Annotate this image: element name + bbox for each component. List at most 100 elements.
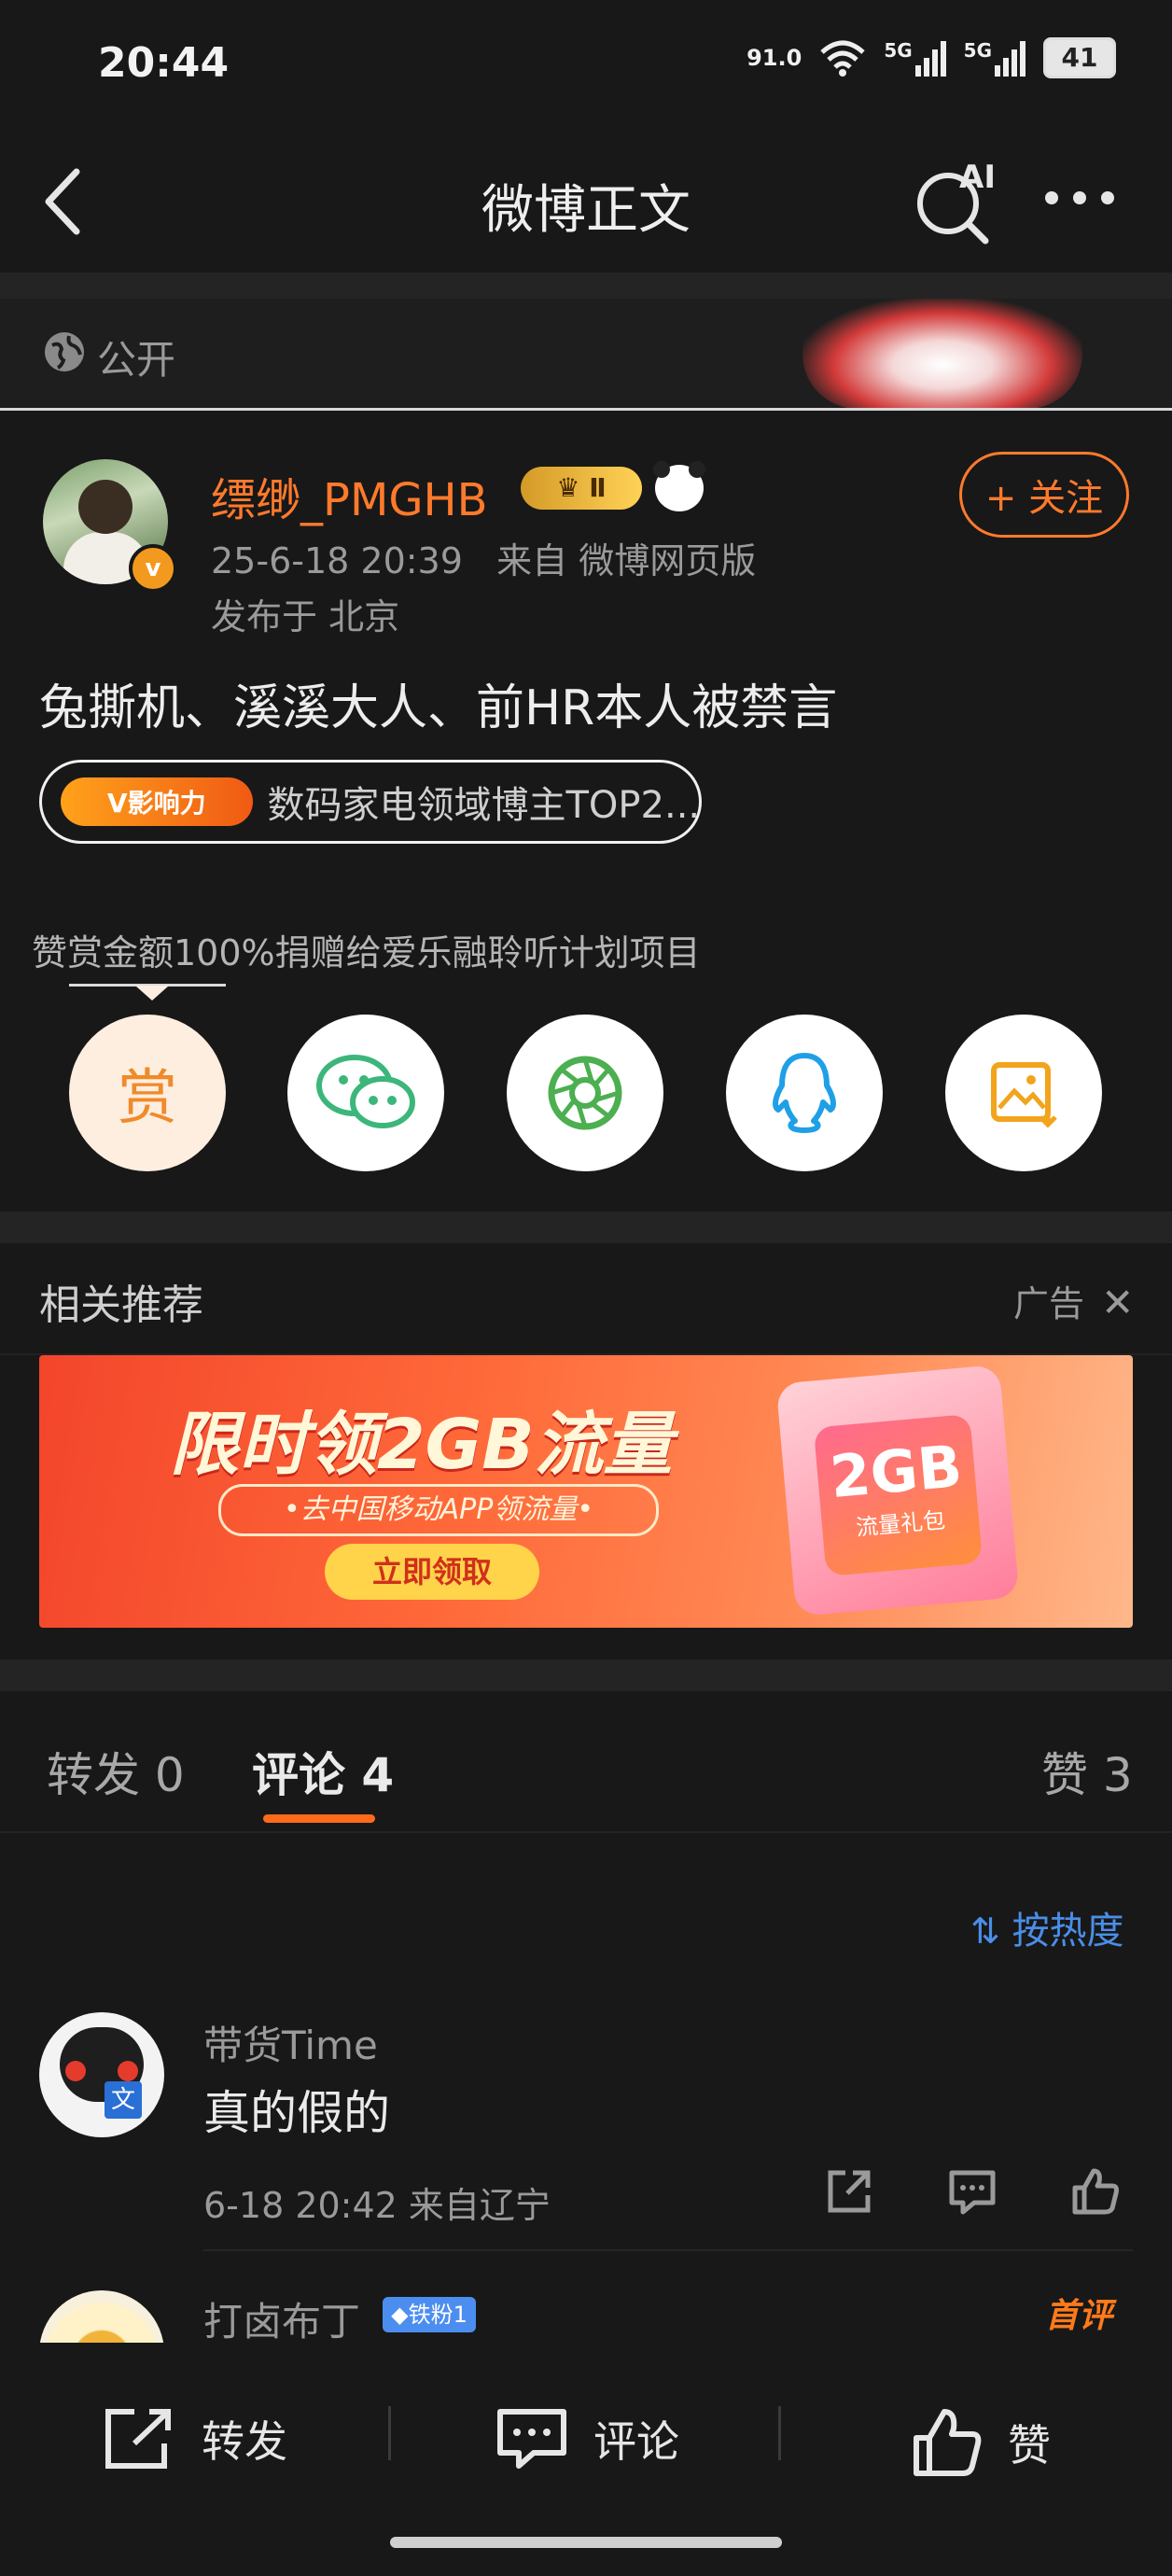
post-meta: 25-6-18 20:39 来自 微博网页版 [211,532,756,583]
tab-repost[interactable]: 转发 0 [47,1738,185,1805]
share-moments-button[interactable] [507,1015,663,1171]
comment-like-button[interactable] [1069,2165,1122,2221]
sort-label: 按热度 [1012,1910,1124,1953]
wechat-icon [316,1055,415,1128]
commenter-name[interactable]: 打卤布丁 [203,2290,360,2347]
divider [203,2249,1133,2251]
ad-subline: •去中国移动APP领流量• [218,1484,659,1536]
avatar-bear-cheek [65,2061,86,2081]
influence-badge: V影响力 [61,777,253,826]
comment-meta: 6-18 20:42 来自辽宁 [203,2185,551,2226]
wifi-icon [820,40,865,77]
divider [0,408,1172,411]
share-wechat-button[interactable] [287,1015,444,1171]
divider [0,273,1172,299]
divider [778,2406,781,2460]
comment-reply-button[interactable] [946,2165,998,2221]
fan-badge: ◆铁粉1 [383,2297,476,2332]
globe-icon [41,329,88,379]
post-location: 发布于 北京 [211,596,400,637]
share-icon [828,2170,871,2213]
avatar-bear-cheek [118,2061,138,2081]
reward-icon: 赏 [118,1064,177,1133]
comment-button[interactable]: 评论 [495,2406,679,2471]
net-speed: 91.0 [746,47,802,69]
save-image-button[interactable] [945,1015,1102,1171]
post-time: 25-6-18 20:39 [211,540,463,581]
reward-note: 赞赏金额100%捐赠给爱乐融聆听计划项目 [32,932,701,973]
visibility-label: 公开 [97,337,176,383]
commenter-avatar[interactable]: 文 [39,2012,164,2137]
ad-headline: 限时领2GB流量 [170,1405,673,1485]
commenter-name[interactable]: 带货Time [203,2014,378,2071]
repost-icon [105,2409,171,2469]
verified-badge-icon: v [129,544,177,593]
fan-badge-label: 铁粉1 [408,2302,467,2328]
divider [0,1831,1172,1833]
moments-icon [548,1056,622,1130]
ad-label: 广告 [1013,1283,1085,1324]
divider [0,1211,1172,1243]
save-image-icon [991,1062,1057,1128]
divider [388,2406,391,2460]
net-speed-value: 91.0 [746,45,802,71]
vip-level: Ⅱ [589,472,607,503]
thumbs-up-icon [1072,2168,1119,2215]
like-button[interactable]: 赞 [911,2406,1051,2479]
signal-label-2: 5G [963,39,992,62]
post-source: 来自 微博网页版 [496,540,757,581]
sort-icon: ⇅ [970,1911,1000,1952]
decorative-banner [802,299,1082,409]
post-text: 兔撕机、溪溪大人、前HR本人被禁言 [39,680,838,736]
influence-tag-text: 数码家电领域博主TOP2... [267,784,700,827]
divider [0,1659,1172,1691]
share-qq-button[interactable] [726,1015,883,1171]
comment-icon [949,2170,996,2215]
signal-5g-1: 5G [884,39,946,77]
tab-comment[interactable]: 评论 4 [252,1738,394,1805]
signal-5g-2: 5G [964,39,1026,77]
active-tab-indicator [263,1814,375,1823]
ai-label: AI [959,159,996,196]
reward-caret [135,986,169,1001]
more-button[interactable] [1045,191,1114,204]
author-name[interactable]: 缥缈_PMGHB [211,463,488,528]
signal-bars-icon [914,41,946,77]
ad-gift-card: 2GB 流量礼包 [775,1365,1020,1617]
sort-button[interactable]: ⇅ 按热度 [970,1900,1124,1954]
comment-label: 评论 [593,2416,679,2467]
avatar-badge: 文 [105,2081,142,2119]
tab-like[interactable]: 赞 3 [1041,1738,1133,1805]
qq-icon [773,1053,836,1133]
follow-button[interactable]: + 关注 [959,452,1129,538]
close-icon: ✕ [1101,1280,1135,1325]
status-time: 20:44 [98,39,230,87]
home-indicator[interactable] [390,2537,782,2548]
like-label: 赞 [1008,2420,1051,2471]
comment-share-button[interactable] [823,2165,875,2221]
ad-close-button[interactable]: 广告 ✕ [1013,1275,1134,1326]
related-title: 相关推荐 [39,1281,203,1329]
thumbs-up-icon [914,2409,982,2476]
signal-label-1: 5G [884,39,913,62]
comment-text: 真的假的 [203,2086,390,2140]
comment-icon [497,2409,566,2469]
more-dot [1101,191,1114,204]
repost-button[interactable]: 转发 [103,2406,287,2471]
signal-bars-icon [995,41,1026,77]
repost-label: 转发 [202,2416,287,2467]
battery-icon: 41 [1043,37,1116,78]
more-dot [1045,191,1058,204]
ad-card-amount: 2GB [827,1432,965,1512]
ai-search-button[interactable]: AI [913,159,1002,248]
ad-cta-button[interactable]: 立即领取 [325,1544,539,1600]
reward-button[interactable]: 赏 [69,1015,226,1171]
more-dot [1073,191,1086,204]
first-comment-badge: 首评 [1045,2297,1113,2335]
avatar-head [78,480,133,534]
vip-crown-badge: ♛ Ⅱ [521,467,642,510]
ad-gift-card-inner: 2GB 流量礼包 [813,1413,984,1576]
influence-tag[interactable]: V影响力 数码家电领域博主TOP2... [39,760,702,844]
panda-icon [653,461,705,511]
ad-banner[interactable]: 限时领2GB流量 •去中国移动APP领流量• 立即领取 2GB 流量礼包 [39,1355,1133,1628]
